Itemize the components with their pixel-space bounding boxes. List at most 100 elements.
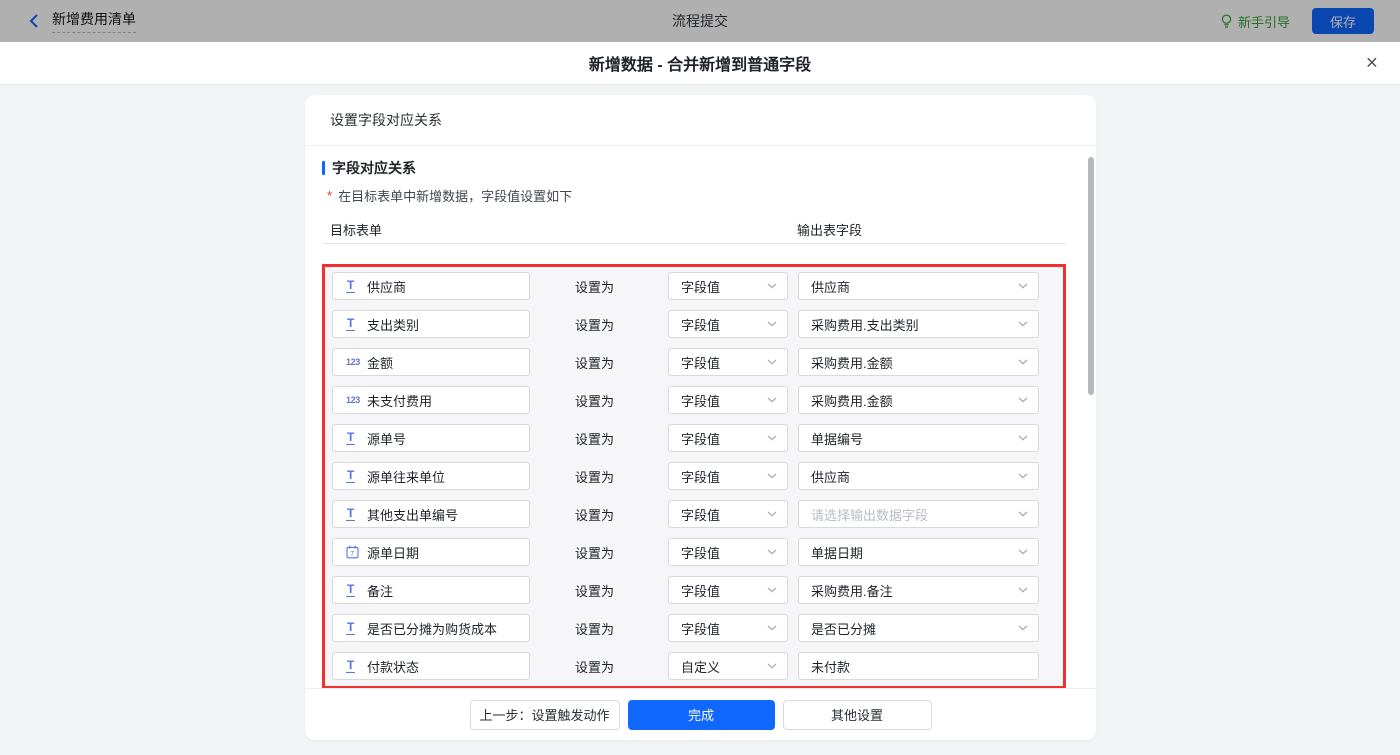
target-field-label: 付款状态 bbox=[367, 657, 419, 676]
target-field-label: 源单日期 bbox=[367, 543, 419, 562]
mapping-row: 123 未支付费用 设置为 字段值 采购费用.金额 bbox=[325, 386, 1063, 414]
section-accent-bar bbox=[322, 161, 325, 175]
chevron-down-icon bbox=[1018, 435, 1028, 441]
section-title: 字段对应关系 bbox=[332, 158, 416, 178]
target-field-label: 源单号 bbox=[367, 429, 406, 448]
value-type-select[interactable]: 字段值 bbox=[668, 310, 788, 338]
chevron-down-icon bbox=[767, 397, 777, 403]
scrollbar-thumb[interactable] bbox=[1088, 157, 1094, 395]
highlighted-mapping-area: T 供应商 设置为 字段值 供应商 T 支出类别 设置为 字段值 bbox=[322, 264, 1066, 689]
chevron-down-icon bbox=[767, 549, 777, 555]
set-as-label: 设置为 bbox=[575, 505, 614, 524]
modal-title: 新增数据 - 合并新增到普通字段 bbox=[589, 51, 811, 75]
mapping-row: T 备注 设置为 字段值 采购费用.备注 bbox=[325, 576, 1063, 604]
chevron-down-icon bbox=[1018, 625, 1028, 631]
output-field-select[interactable]: 采购费用.金额 bbox=[798, 348, 1039, 376]
output-field-select[interactable]: 采购费用.金额 bbox=[798, 386, 1039, 414]
target-field-input[interactable]: 123 未支付费用 bbox=[332, 386, 530, 414]
required-asterisk: * bbox=[327, 188, 332, 203]
column-header-output-field: 输出表字段 bbox=[797, 220, 862, 239]
chevron-down-icon bbox=[767, 435, 777, 441]
mapping-row: T 支出类别 设置为 字段值 采购费用.支出类别 bbox=[325, 310, 1063, 338]
output-field-label: 请选择输出数据字段 bbox=[811, 505, 928, 524]
target-field-input[interactable]: T 源单号 bbox=[332, 424, 530, 452]
output-field-select[interactable]: 供应商 bbox=[798, 272, 1039, 300]
set-as-label: 设置为 bbox=[575, 619, 614, 638]
card-header: 设置字段对应关系 bbox=[305, 95, 1096, 146]
target-field-input[interactable]: T 其他支出单编号 bbox=[332, 500, 530, 528]
target-field-input[interactable]: T 是否已分摊为购货成本 bbox=[332, 614, 530, 642]
custom-value-input[interactable]: 未付款 bbox=[798, 652, 1039, 680]
column-headers: 目标表单 输出表字段 bbox=[322, 218, 1066, 244]
output-field-label: 单据编号 bbox=[811, 429, 863, 448]
value-type-label: 字段值 bbox=[681, 581, 720, 600]
output-field-label: 采购费用.支出类别 bbox=[811, 315, 919, 334]
output-field-label: 采购费用.备注 bbox=[811, 581, 893, 600]
output-field-select[interactable]: 采购费用.支出类别 bbox=[798, 310, 1039, 338]
value-type-select[interactable]: 字段值 bbox=[668, 576, 788, 604]
target-field-input[interactable]: T 供应商 bbox=[332, 272, 530, 300]
set-as-label: 设置为 bbox=[575, 391, 614, 410]
output-field-select[interactable]: 是否已分摊 bbox=[798, 614, 1039, 642]
value-type-label: 字段值 bbox=[681, 315, 720, 334]
target-field-input[interactable]: T 付款状态 bbox=[332, 652, 530, 680]
target-field-input[interactable]: T 源单往来单位 bbox=[332, 462, 530, 490]
target-field-input[interactable]: 123 金额 bbox=[332, 348, 530, 376]
output-field-label: 供应商 bbox=[811, 467, 850, 486]
set-as-label: 设置为 bbox=[575, 353, 614, 372]
app-topbar: 新增费用清单 流程提交 新手引导 保存 bbox=[0, 0, 1400, 42]
text-field-icon: T bbox=[346, 507, 364, 521]
value-type-label: 字段值 bbox=[681, 277, 720, 296]
finish-button[interactable]: 完成 bbox=[628, 700, 775, 730]
save-button[interactable]: 保存 bbox=[1312, 8, 1374, 34]
value-type-select[interactable]: 字段值 bbox=[668, 500, 788, 528]
target-field-label: 备注 bbox=[367, 581, 393, 600]
output-field-select[interactable]: 采购费用.备注 bbox=[798, 576, 1039, 604]
value-type-select[interactable]: 自定义 bbox=[668, 652, 788, 680]
target-field-input[interactable]: T 支出类别 bbox=[332, 310, 530, 338]
field-mapping-card: 设置字段对应关系 字段对应关系 * 在目标表单中新增数据，字段值设置如下 目标表… bbox=[305, 95, 1096, 740]
beginner-guide-link[interactable]: 新手引导 bbox=[1220, 12, 1290, 31]
chevron-down-icon bbox=[1018, 511, 1028, 517]
value-type-select[interactable]: 字段值 bbox=[668, 272, 788, 300]
value-type-label: 字段值 bbox=[681, 391, 720, 410]
text-field-icon: T bbox=[346, 279, 364, 293]
column-header-target-form: 目标表单 bbox=[330, 220, 382, 239]
value-type-select[interactable]: 字段值 bbox=[668, 424, 788, 452]
text-field-icon: T bbox=[346, 621, 364, 635]
target-field-label: 未支付费用 bbox=[367, 391, 432, 410]
value-type-select[interactable]: 字段值 bbox=[668, 386, 788, 414]
set-as-label: 设置为 bbox=[575, 581, 614, 600]
output-field-select[interactable]: 单据编号 bbox=[798, 424, 1039, 452]
output-field-label: 供应商 bbox=[811, 277, 850, 296]
guide-label: 新手引导 bbox=[1238, 12, 1290, 31]
set-as-label: 设置为 bbox=[575, 467, 614, 486]
chevron-down-icon bbox=[1018, 473, 1028, 479]
mapping-row: T 是否已分摊为购货成本 设置为 字段值 是否已分摊 bbox=[325, 614, 1063, 642]
value-type-select[interactable]: 字段值 bbox=[668, 614, 788, 642]
section-title-row: 字段对应关系 bbox=[322, 159, 1079, 177]
number-field-icon: 123 bbox=[346, 357, 364, 367]
chevron-down-icon bbox=[767, 321, 777, 327]
value-type-label: 字段值 bbox=[681, 467, 720, 486]
output-field-select[interactable]: 供应商 bbox=[798, 462, 1039, 490]
output-field-label: 单据日期 bbox=[811, 543, 863, 562]
output-field-label: 采购费用.金额 bbox=[811, 353, 893, 372]
target-field-label: 是否已分摊为购货成本 bbox=[367, 619, 497, 638]
value-type-label: 字段值 bbox=[681, 429, 720, 448]
prev-step-button[interactable]: 上一步：设置触发动作 bbox=[470, 700, 620, 730]
number-field-icon: 123 bbox=[346, 395, 364, 405]
close-icon[interactable]: × bbox=[1366, 53, 1378, 74]
other-settings-button[interactable]: 其他设置 bbox=[783, 700, 932, 730]
output-field-label: 是否已分摊 bbox=[811, 619, 876, 638]
target-field-input[interactable]: 7 源单日期 bbox=[332, 538, 530, 566]
output-field-select[interactable]: 请选择输出数据字段 bbox=[798, 500, 1039, 528]
value-type-label: 自定义 bbox=[681, 657, 720, 676]
value-type-select[interactable]: 字段值 bbox=[668, 538, 788, 566]
value-type-select[interactable]: 字段值 bbox=[668, 462, 788, 490]
output-field-select[interactable]: 单据日期 bbox=[798, 538, 1039, 566]
chevron-down-icon bbox=[1018, 397, 1028, 403]
mapping-row: 123 金额 设置为 字段值 采购费用.金额 bbox=[325, 348, 1063, 376]
target-field-input[interactable]: T 备注 bbox=[332, 576, 530, 604]
value-type-select[interactable]: 字段值 bbox=[668, 348, 788, 376]
